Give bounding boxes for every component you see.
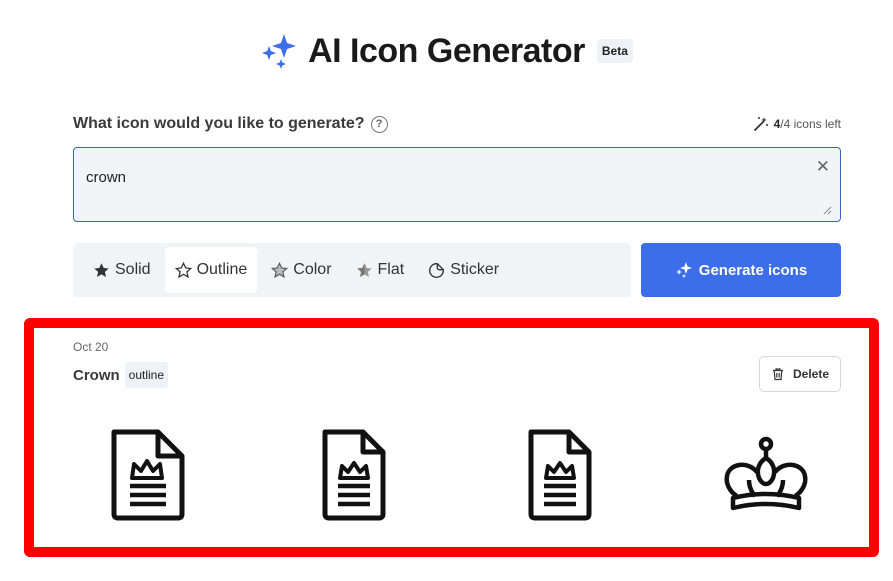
magic-wand-icon [753,117,768,131]
prompt-input-value[interactable]: crown [86,169,126,186]
clear-icon[interactable]: ✕ [816,157,830,177]
sparkles-icon [262,34,297,69]
generate-icons-label: Generate icons [698,261,808,279]
style-tab-label: Flat [377,261,405,278]
prompt-label-text: What icon would you like to generate? [73,115,365,132]
style-tab-label: Solid [115,261,151,278]
document-crown-icon[interactable] [108,428,188,522]
style-tab-label: Outline [196,261,248,278]
star-solid-icon [94,262,109,277]
generate-icons-button[interactable]: Generate icons [641,243,841,297]
star-flat-icon [356,262,372,277]
resize-handle-icon[interactable] [822,205,832,215]
app-header: AI Icon Generator Beta [0,28,893,74]
style-tab-label: Sticker [450,261,500,278]
style-tab-solid[interactable]: Solid [83,247,161,293]
credits-total: /4 icons left [780,117,841,131]
page-title: AI Icon Generator [308,31,585,70]
credits-counter: 4/4 icons left [753,116,841,132]
style-tab-color[interactable]: Color [261,247,341,293]
prompt-label: What icon would you like to generate? ? [73,115,388,133]
star-color-icon [271,261,289,278]
crown-icon[interactable] [719,436,813,516]
prompt-row: What icon would you like to generate? ? … [73,113,841,135]
sparkles-icon [675,262,692,278]
result-title: Crown outline [73,362,169,388]
result-name: Crown [73,366,120,384]
help-icon[interactable]: ? [370,115,388,133]
result-date: Oct 20 [73,340,109,354]
result-style-tag: outline [124,362,169,388]
style-tab-outline[interactable]: Outline [164,247,258,293]
trash-icon [772,368,783,381]
delete-button[interactable]: Delete [759,356,841,392]
document-crown-icon[interactable] [525,428,595,522]
style-tab-label: Color [293,261,332,278]
document-crown-icon[interactable] [319,428,389,522]
prompt-input[interactable]: crown ✕ [73,147,841,222]
style-tab-sticker[interactable]: Sticker [418,247,509,293]
beta-badge: Beta [596,39,633,63]
style-tab-flat[interactable]: Flat [346,247,415,293]
star-outline-icon [174,261,192,278]
sticker-icon [429,262,445,278]
delete-label: Delete [792,367,830,381]
style-selector: Solid Outline Color Flat Sticker [73,243,631,297]
